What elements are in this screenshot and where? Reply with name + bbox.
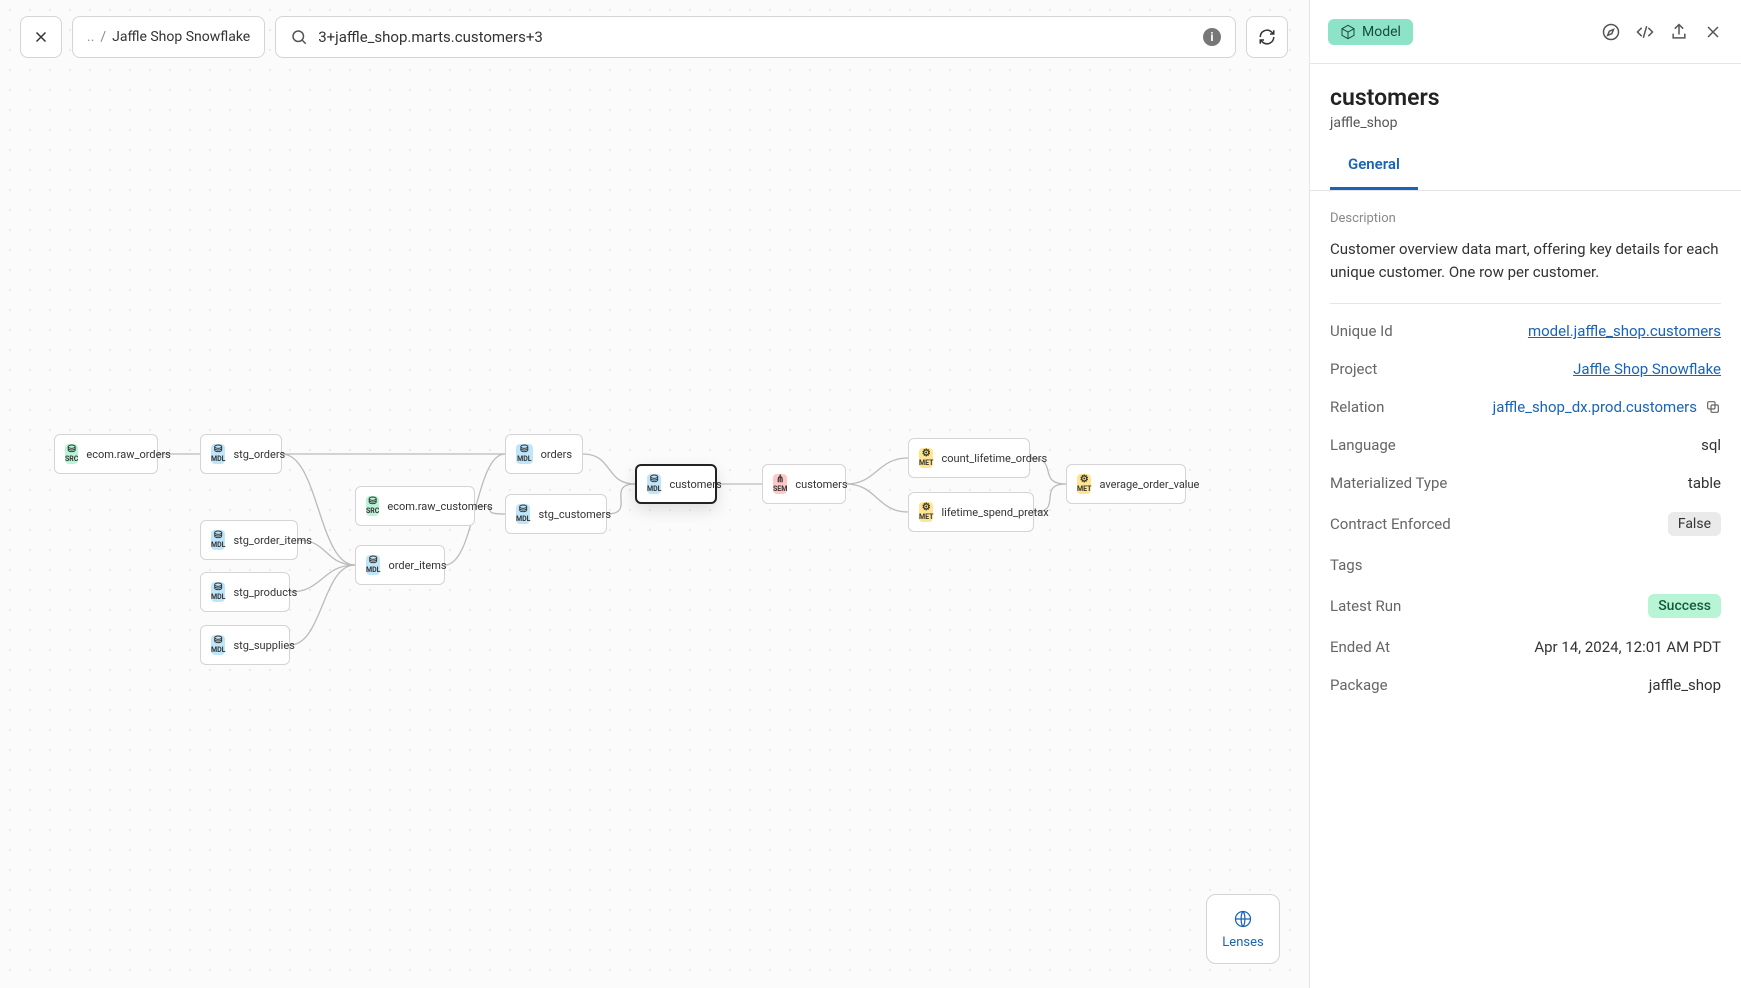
type-chip: Model — [1328, 19, 1413, 45]
relation-value-wrap: jaffle_shop_dx.prod.customers — [1493, 398, 1721, 416]
src-badge-icon: ⛁SRC — [65, 444, 78, 464]
panel-title-block: customers jaffle_shop — [1310, 64, 1741, 139]
share-icon[interactable] — [1669, 22, 1689, 42]
search-input[interactable] — [318, 28, 1193, 46]
panel-tabs: General — [1310, 139, 1741, 191]
node-ecom_raw_orders[interactable]: ⛁SRCecom.raw_orders — [54, 434, 158, 474]
src-badge-icon: ⛁SRC — [366, 496, 379, 516]
node-customers[interactable]: ⛁MDLcustomers — [635, 464, 717, 504]
mdl-badge-icon: ⛁MDL — [211, 530, 225, 550]
mdl-badge-icon: ⛁MDL — [516, 444, 533, 464]
node-label: count_lifetime_orders — [941, 452, 1047, 465]
copy-icon[interactable] — [1705, 399, 1721, 415]
top-toolbar: .. / Jaffle Shop Snowflake i — [20, 16, 1288, 58]
description-label: Description — [1330, 211, 1721, 226]
node-stg_orders[interactable]: ⛁MDL stg_orders — [200, 434, 282, 474]
close-button[interactable] — [20, 16, 62, 58]
node-average_order_value[interactable]: ⚙METaverage_order_value — [1066, 464, 1186, 504]
node-label: lifetime_spend_pretax — [941, 506, 1048, 519]
refresh-button[interactable] — [1246, 16, 1288, 58]
package-value: jaffle_shop — [1649, 676, 1721, 694]
node-label: orders — [541, 448, 572, 461]
node-customers_sem[interactable]: ⋔SEM customers — [762, 464, 846, 504]
node-label: stg_supplies — [233, 639, 294, 652]
project-label: Project — [1330, 360, 1377, 378]
lenses-label: Lenses — [1222, 935, 1263, 950]
node-label: ecom.raw_orders — [86, 448, 170, 461]
met-badge-icon: ⚙MET — [919, 502, 933, 522]
mdl-badge-icon: ⛁MDL — [366, 555, 380, 575]
node-lifetime_spend_pretax[interactable]: ⚙METlifetime_spend_pretax — [908, 492, 1034, 532]
breadcrumb-sep: / — [100, 29, 106, 45]
latest-run-value: Success — [1648, 594, 1721, 618]
tags-label: Tags — [1330, 556, 1362, 574]
mdl-badge-icon: ⛁MDL — [647, 474, 661, 494]
info-icon[interactable]: i — [1203, 28, 1221, 46]
description-text: Customer overview data mart, offering ke… — [1330, 238, 1721, 304]
type-chip-label: Model — [1362, 24, 1401, 40]
node-label: stg_products — [233, 586, 297, 599]
latest-run-label: Latest Run — [1330, 597, 1401, 615]
panel-subtitle: jaffle_shop — [1330, 115, 1721, 131]
node-label: ecom.raw_customers — [387, 500, 492, 513]
close-icon — [32, 28, 50, 46]
contract-label: Contract Enforced — [1330, 515, 1451, 533]
ended-at-value: Apr 14, 2024, 12:01 AM PDT — [1534, 638, 1721, 656]
node-label: order_items — [388, 559, 446, 572]
node-label: customers — [669, 478, 721, 491]
materialized-value: table — [1688, 474, 1721, 492]
panel-body: Description Customer overview data mart,… — [1310, 191, 1741, 704]
close-panel-icon[interactable] — [1703, 22, 1723, 42]
project-value[interactable]: Jaffle Shop Snowflake — [1573, 360, 1721, 378]
breadcrumb[interactable]: .. / Jaffle Shop Snowflake — [72, 16, 265, 58]
lenses-button[interactable]: Lenses — [1206, 894, 1280, 964]
language-label: Language — [1330, 436, 1396, 454]
node-stg_customers[interactable]: ⛁MDLstg_customers — [505, 494, 607, 534]
sem-badge-icon: ⋔SEM — [773, 474, 787, 494]
contract-value: False — [1668, 512, 1721, 536]
node-stg_products[interactable]: ⛁MDLstg_products — [200, 572, 290, 612]
lens-icon — [1233, 909, 1253, 929]
language-value: sql — [1701, 436, 1721, 454]
node-orders[interactable]: ⛁MDL orders — [505, 434, 583, 474]
mdl-badge-icon: ⛁MDL — [211, 582, 225, 602]
tab-general[interactable]: General — [1330, 139, 1418, 190]
node-label: stg_orders — [233, 448, 285, 461]
relation-value[interactable]: jaffle_shop_dx.prod.customers — [1493, 398, 1697, 416]
properties-list: Unique Id model.jaffle_shop.customers Pro… — [1330, 312, 1721, 704]
unique-id-label: Unique Id — [1330, 322, 1393, 340]
node-label: customers — [795, 478, 847, 491]
node-ecom_raw_customers[interactable]: ⛁SRCecom.raw_customers — [355, 486, 475, 526]
relation-label: Relation — [1330, 398, 1384, 416]
met-badge-icon: ⚙MET — [1077, 474, 1091, 494]
refresh-icon — [1258, 28, 1276, 46]
panel-header-actions — [1601, 22, 1723, 42]
code-icon[interactable] — [1635, 22, 1655, 42]
breadcrumb-current: Jaffle Shop Snowflake — [112, 29, 250, 45]
mdl-badge-icon: ⛁MDL — [211, 635, 225, 655]
node-order_items[interactable]: ⛁MDL order_items — [355, 545, 445, 585]
search-bar: i — [275, 16, 1236, 58]
ended-at-label: Ended At — [1330, 638, 1390, 656]
package-label: Package — [1330, 676, 1388, 694]
met-badge-icon: ⚙MET — [919, 448, 933, 468]
panel-title: customers — [1330, 84, 1721, 111]
mdl-badge-icon: ⛁MDL — [516, 504, 530, 524]
node-label: stg_order_items — [233, 534, 311, 547]
details-panel: Model customers jaffle_shop General Desc… — [1309, 0, 1741, 988]
mdl-badge-icon: ⛁MDL — [211, 444, 225, 464]
panel-header: Model — [1310, 0, 1741, 64]
node-stg_supplies[interactable]: ⛁MDLstg_supplies — [200, 625, 290, 665]
node-label: average_order_value — [1099, 478, 1199, 491]
breadcrumb-prefix: .. — [87, 29, 94, 45]
unique-id-value[interactable]: model.jaffle_shop.customers — [1528, 322, 1721, 340]
node-count_lifetime_orders[interactable]: ⚙METcount_lifetime_orders — [908, 438, 1030, 478]
lineage-canvas[interactable]: .. / Jaffle Shop Snowflake i ⛁SRCecom.ra… — [0, 0, 1308, 988]
node-label: stg_customers — [538, 508, 611, 521]
node-stg_order_items[interactable]: ⛁MDLstg_order_items — [200, 520, 298, 560]
materialized-label: Materialized Type — [1330, 474, 1447, 492]
cube-icon — [1340, 24, 1356, 40]
search-icon — [290, 28, 308, 46]
compass-icon[interactable] — [1601, 22, 1621, 42]
